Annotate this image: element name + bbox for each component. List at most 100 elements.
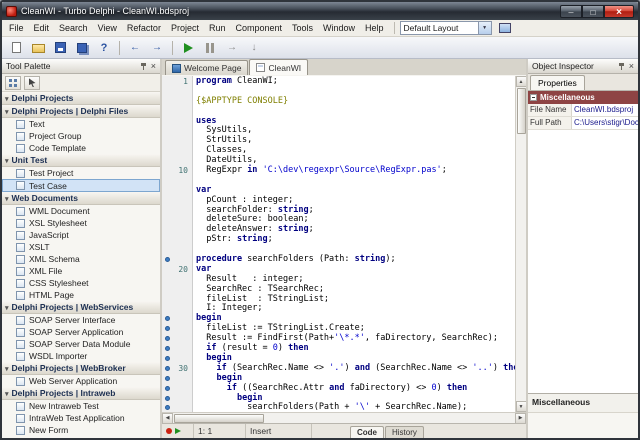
menu-run[interactable]: Run xyxy=(204,22,231,34)
chevron-down-icon[interactable] xyxy=(478,22,491,34)
maximize-button[interactable] xyxy=(582,5,604,18)
gutter-dot-column[interactable] xyxy=(162,186,172,196)
palette-item[interactable]: XSL Stylesheet xyxy=(2,217,160,229)
gutter-dot-column[interactable] xyxy=(162,374,172,384)
trace-into-button[interactable] xyxy=(244,39,264,57)
palette-item[interactable]: XSLT xyxy=(2,241,160,253)
gutter-dot-column[interactable] xyxy=(162,275,172,285)
gutter-dot-column[interactable] xyxy=(162,314,172,324)
minimize-button[interactable] xyxy=(560,5,582,18)
gutter-dot-column[interactable] xyxy=(162,394,172,404)
palette-item[interactable]: CSS Stylesheet xyxy=(2,277,160,289)
inspector-category-row[interactable]: Miscellaneous xyxy=(528,91,638,104)
tab-properties[interactable]: Properties xyxy=(530,75,585,90)
gutter-dot-column[interactable] xyxy=(162,136,172,146)
tool-palette-header[interactable]: Tool Palette xyxy=(2,59,160,74)
code-line[interactable]: pStr: string; xyxy=(162,235,515,245)
gutter-dot-column[interactable] xyxy=(162,206,172,216)
palette-item[interactable]: WSDL Importer xyxy=(2,350,160,362)
redo-button[interactable] xyxy=(147,39,167,57)
help-button[interactable] xyxy=(94,39,114,57)
code-line[interactable]: 10 RegExpr in 'C:\dev\regexpr\Source\Reg… xyxy=(162,166,515,176)
pin-icon[interactable] xyxy=(140,62,147,70)
palette-item[interactable]: XML File xyxy=(2,265,160,277)
palette-select-button[interactable] xyxy=(24,76,40,90)
palette-item[interactable]: SOAP Server Data Module xyxy=(2,338,160,350)
tab-code[interactable]: Code xyxy=(350,426,384,438)
palette-item[interactable]: Test Case xyxy=(2,179,160,192)
gutter-dot-column[interactable] xyxy=(162,225,172,235)
palette-item[interactable]: Code Template xyxy=(2,142,160,154)
undo-button[interactable] xyxy=(125,39,145,57)
save-desktop-button[interactable] xyxy=(495,20,515,36)
palette-category[interactable]: Delphi Projects | WebServices xyxy=(2,301,160,314)
palette-item[interactable]: WML Document xyxy=(2,205,160,217)
gutter-dot-column[interactable] xyxy=(162,215,172,225)
code-line[interactable]: 1program CleanWI; xyxy=(162,77,515,87)
scroll-right-icon[interactable] xyxy=(515,413,526,424)
palette-item[interactable]: Test Project xyxy=(2,167,160,179)
code-line[interactable]: {$APPTYPE CONSOLE} xyxy=(162,97,515,107)
close-button[interactable] xyxy=(604,5,634,18)
inspector-property-row[interactable]: File NameCleanWI.bdsproj xyxy=(528,104,638,117)
close-panel-icon[interactable] xyxy=(629,62,634,70)
palette-item[interactable]: SOAP Server Interface xyxy=(2,314,160,326)
tab-welcome-page[interactable]: Welcome Page xyxy=(165,60,248,75)
gutter-dot-column[interactable] xyxy=(162,126,172,136)
new-items-button[interactable] xyxy=(6,39,26,57)
gutter-dot-column[interactable] xyxy=(162,265,172,275)
gutter-dot-column[interactable] xyxy=(162,87,172,97)
vertical-scrollbar-thumb[interactable] xyxy=(517,88,526,134)
save-all-button[interactable] xyxy=(72,39,92,57)
gutter-dot-column[interactable] xyxy=(162,196,172,206)
menu-edit[interactable]: Edit xyxy=(29,22,55,34)
code-line[interactable] xyxy=(162,176,515,186)
palette-category[interactable]: Delphi Projects | WebBroker xyxy=(2,362,160,375)
palette-item[interactable]: New Form xyxy=(2,424,160,436)
title-bar[interactable]: CleanWI - Turbo Delphi - CleanWI.bdsproj xyxy=(2,2,638,20)
run-button[interactable] xyxy=(178,39,198,57)
gutter-dot-column[interactable] xyxy=(162,304,172,314)
gutter-dot-column[interactable] xyxy=(162,364,172,374)
object-inspector-header[interactable]: Object Inspector xyxy=(528,59,638,74)
record-macro-icon[interactable] xyxy=(166,428,172,434)
menu-refactor[interactable]: Refactor xyxy=(122,22,166,34)
menu-file[interactable]: File xyxy=(4,22,29,34)
property-value[interactable]: CleanWI.bdsproj xyxy=(572,104,638,116)
gutter-dot-column[interactable] xyxy=(162,97,172,107)
palette-category[interactable]: Web Documents xyxy=(2,192,160,205)
gutter-dot-column[interactable] xyxy=(162,245,172,255)
palette-item[interactable]: Text xyxy=(2,118,160,130)
gutter-dot-column[interactable] xyxy=(162,117,172,127)
palette-category[interactable]: Delphi Projects | Delphi Files xyxy=(2,105,160,118)
palette-item[interactable]: XML Schema xyxy=(2,253,160,265)
layout-combobox[interactable]: Default Layout xyxy=(400,21,492,35)
palette-item[interactable]: Web Server Application xyxy=(2,375,160,387)
gutter-dot-column[interactable] xyxy=(162,235,172,245)
palette-item[interactable]: HTML Page xyxy=(2,289,160,301)
gutter-dot-column[interactable] xyxy=(162,285,172,295)
gutter-dot-column[interactable] xyxy=(162,146,172,156)
gutter-dot-column[interactable] xyxy=(162,255,172,265)
menu-component[interactable]: Component xyxy=(230,22,287,34)
menu-tools[interactable]: Tools xyxy=(287,22,318,34)
step-over-button[interactable] xyxy=(222,39,242,57)
gutter-dot-column[interactable] xyxy=(162,107,172,117)
palette-item[interactable]: SOAP Server Application xyxy=(2,326,160,338)
code-line[interactable]: searchFolders(Path + '\' + SearchRec.Nam… xyxy=(162,403,515,412)
horizontal-scrollbar-thumb[interactable] xyxy=(174,414,264,423)
menu-search[interactable]: Search xyxy=(54,22,93,34)
gutter-dot-column[interactable] xyxy=(162,324,172,334)
scroll-down-icon[interactable] xyxy=(516,401,527,412)
palette-item[interactable]: New Intraweb Test xyxy=(2,400,160,412)
palette-category[interactable]: Unit Test xyxy=(2,154,160,167)
palette-view-button[interactable] xyxy=(5,76,21,90)
gutter-dot-column[interactable] xyxy=(162,334,172,344)
tab-history[interactable]: History xyxy=(385,426,424,438)
palette-item[interactable]: JavaScript xyxy=(2,229,160,241)
palette-item[interactable]: Project Group xyxy=(2,130,160,142)
gutter-dot-column[interactable] xyxy=(162,295,172,305)
code-line[interactable]: procedure searchFolders (Path: string); xyxy=(162,255,515,265)
vertical-scrollbar[interactable] xyxy=(515,76,526,412)
scroll-up-icon[interactable] xyxy=(516,76,527,87)
